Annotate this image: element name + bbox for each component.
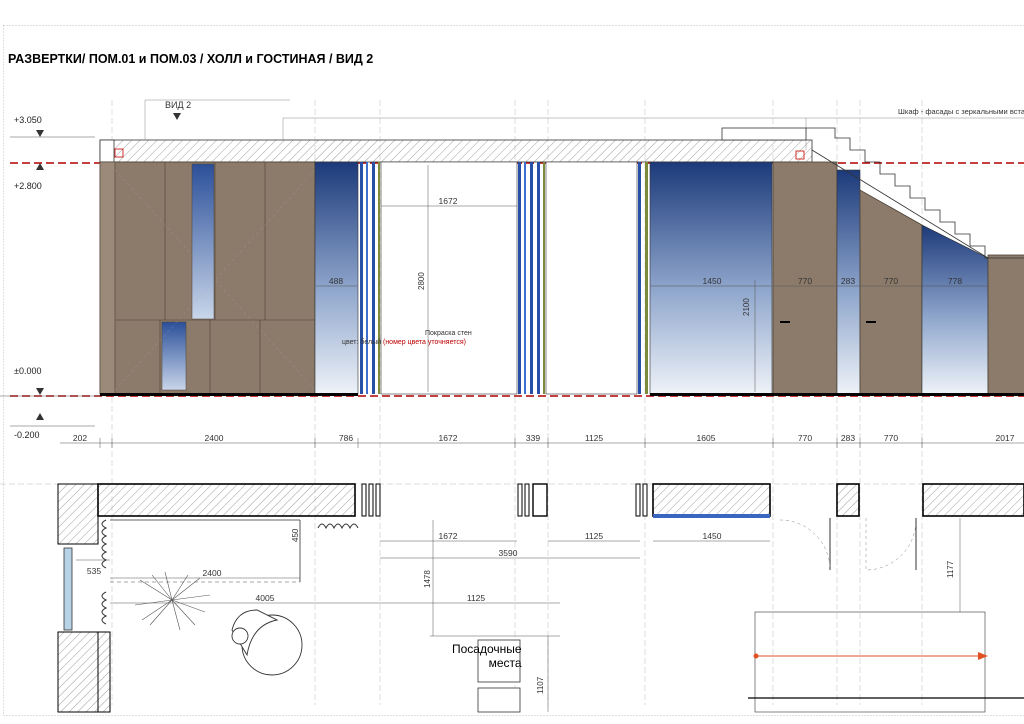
paint-note-line1: Покраска стен xyxy=(425,330,472,337)
drawing-canvas xyxy=(0,25,1024,716)
level-0000: ±0.000 xyxy=(14,366,42,376)
plan-dim-1107: 1107 xyxy=(536,676,545,694)
plan-dim-1177: 1177 xyxy=(946,560,955,578)
dim-770-inner-a: 770 xyxy=(797,276,813,286)
dim-2100: 2100 xyxy=(742,298,751,316)
wardrobe-panels xyxy=(99,161,316,395)
plan-dim-3590: 3590 xyxy=(498,548,518,558)
plan-dim-1450: 1450 xyxy=(702,531,722,541)
plan-dim-4005: 4005 xyxy=(255,593,275,603)
plan-dim-535: 535 xyxy=(86,566,102,576)
opening-1125 xyxy=(545,161,638,395)
plan-dim-1125-b: 1125 xyxy=(466,593,486,603)
dim-2800: 2800 xyxy=(417,272,426,290)
cabinet-note: Шкаф - фасады с зеркальными вставкам xyxy=(898,107,1024,116)
sheet-title: РАЗВЕРТКИ/ ПОМ.01 и ПОМ.03 / ХОЛЛ и ГОСТ… xyxy=(8,52,374,66)
dim-1672-inner: 1672 xyxy=(438,196,458,206)
dim-1125: 1125 xyxy=(584,433,604,443)
dim-770-b: 770 xyxy=(883,433,899,443)
seating-label: Посадочные места xyxy=(452,642,522,670)
level-2800: +2.800 xyxy=(14,181,42,191)
dim-1605: 1605 xyxy=(696,433,716,443)
ceiling-slab xyxy=(99,139,813,163)
dim-2017: 2017 xyxy=(995,433,1015,443)
seating-label-line1: Посадочные xyxy=(452,642,522,656)
right-doors xyxy=(772,149,1024,395)
dim-786: 786 xyxy=(338,433,354,443)
level-minus-0200: -0.200 xyxy=(14,430,40,440)
plan-dim-1125-a: 1125 xyxy=(584,531,604,541)
dim-1672: 1672 xyxy=(438,433,458,443)
dim-283-inner: 283 xyxy=(840,276,856,286)
paint-note-line2: цвет: белый (номер цвета уточняется) xyxy=(342,339,466,346)
seating-label-line2: места xyxy=(488,656,522,670)
view-label: ВИД 2 xyxy=(165,100,192,110)
paint-note-color-tbd: (номер цвета уточняется) xyxy=(382,339,466,346)
dim-770-inner-b: 770 xyxy=(883,276,899,286)
plan-dim-450: 450 xyxy=(291,528,300,542)
dim-202: 202 xyxy=(72,433,88,443)
drawing-sheet: РАЗВЕРТКИ/ ПОМ.01 и ПОМ.03 / ХОЛЛ и ГОСТ… xyxy=(0,0,1024,724)
dim-778: 778 xyxy=(947,276,963,286)
paint-note-color: цвет: белый xyxy=(342,339,382,346)
dim-2400: 2400 xyxy=(204,433,224,443)
dim-1450: 1450 xyxy=(702,276,722,286)
plan-dim-1478: 1478 xyxy=(423,570,432,588)
dim-283: 283 xyxy=(840,433,856,443)
dim-770-a: 770 xyxy=(797,433,813,443)
level-3050: +3.050 xyxy=(14,115,42,125)
plan-dim-1672: 1672 xyxy=(438,531,458,541)
dim-488: 488 xyxy=(328,276,344,286)
dim-339: 339 xyxy=(525,433,541,443)
plan-dim-2400: 2400 xyxy=(202,568,222,578)
